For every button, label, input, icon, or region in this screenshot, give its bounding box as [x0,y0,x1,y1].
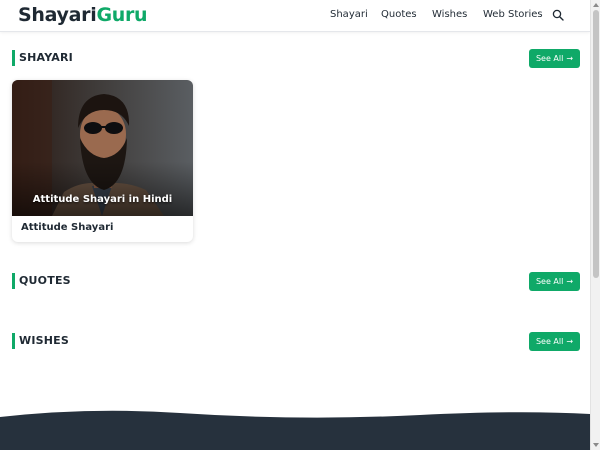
logo-text-accent: Guru [96,4,148,26]
scroll-down-arrow-icon[interactable] [593,442,599,448]
see-all-quotes-button[interactable]: See All → [529,272,580,291]
section-accent-bar [12,273,15,289]
post-card[interactable]: Attitude Shayari in Hindi Attitude Shaya… [12,80,193,242]
search-icon[interactable] [552,9,564,21]
see-all-wishes-button[interactable]: See All → [529,332,580,351]
section-accent-bar [12,333,15,349]
nav-item-quotes[interactable]: Quotes [381,9,417,21]
see-all-label: See All [535,277,564,286]
site-logo[interactable]: ShayariGuru [18,4,148,26]
see-all-label: See All [535,54,564,63]
scroll-up-arrow-icon[interactable] [593,2,599,8]
nav-item-wishes[interactable]: Wishes [432,9,467,21]
section-header-shayari: SHAYARI See All → [12,49,580,69]
post-title[interactable]: Attitude Shayari [21,221,113,234]
logo-text-primary: Shayari [18,4,97,26]
section-title-shayari: SHAYARI [19,51,73,64]
footer-wave [0,410,590,450]
section-title-wishes: WISHES [19,334,69,347]
scrollbar-thumb[interactable] [593,10,599,278]
site-header: ShayariGuru Shayari Quotes Wishes Web St… [0,0,590,32]
arrow-right-icon: → [566,54,574,63]
nav-item-shayari[interactable]: Shayari [330,9,368,21]
post-thumbnail-caption: Attitude Shayari in Hindi [32,194,173,205]
see-all-label: See All [535,337,564,346]
nav-item-web-stories[interactable]: Web Stories [483,9,543,21]
section-title-quotes: QUOTES [19,274,71,287]
arrow-right-icon: → [566,337,574,346]
page-scrollbar[interactable] [590,0,600,450]
arrow-right-icon: → [566,277,574,286]
see-all-shayari-button[interactable]: See All → [529,49,580,68]
section-header-wishes: WISHES See All → [12,332,580,352]
section-accent-bar [12,50,15,66]
section-header-quotes: QUOTES See All → [12,272,580,292]
